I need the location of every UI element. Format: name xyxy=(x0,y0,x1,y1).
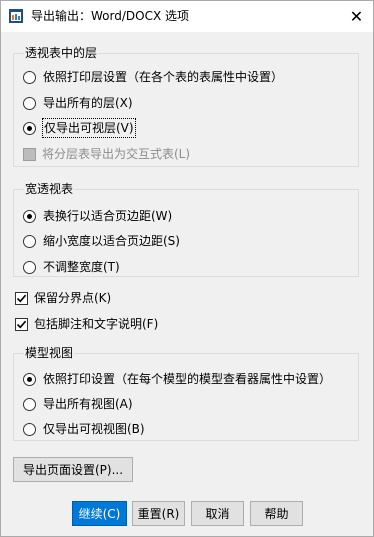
radio-layers-export-all[interactable]: 导出所有的层(X) xyxy=(23,94,133,112)
radio-shrink-width[interactable]: 缩小宽度以适合页边距(S) xyxy=(23,232,180,250)
cancel-button[interactable]: 取消 xyxy=(191,501,244,526)
checkbox-label: 包括脚注和文字说明(F) xyxy=(34,317,159,331)
checkbox-label: 保留分界点(K) xyxy=(34,291,112,305)
radio-model-print-settings[interactable]: 依照打印设置（在每个模型的模型查看器属性中设置） xyxy=(23,370,331,388)
help-button[interactable]: 帮助 xyxy=(250,501,303,526)
radio-layers-visible-only[interactable]: 仅导出可视层(V) xyxy=(23,118,136,138)
app-icon xyxy=(9,9,23,23)
checkbox-label: 将分层表导出为交互式表(L) xyxy=(42,147,191,161)
radio-indicator[interactable] xyxy=(23,422,36,436)
radio-indicator[interactable] xyxy=(23,121,36,135)
checkbox-indicator[interactable] xyxy=(15,317,28,331)
radio-indicator[interactable] xyxy=(23,372,36,386)
checkmark-icon xyxy=(16,320,27,328)
radio-label: 缩小宽度以适合页边距(S) xyxy=(43,234,180,248)
radio-label: 依照打印设置（在每个模型的模型查看器属性中设置） xyxy=(43,372,332,386)
radio-model-visible-only[interactable]: 仅导出可视视图(B) xyxy=(23,420,145,438)
radio-indicator[interactable] xyxy=(23,70,36,84)
radio-wrap-to-margins[interactable]: 表换行以适合页边距(W) xyxy=(23,207,172,225)
wide-tables-group-title: 宽透视表 xyxy=(24,181,75,197)
radio-label: 导出所有视图(A) xyxy=(43,397,133,411)
title-bar: 导出输出：Word/DOCX 选项 ✕ xyxy=(1,1,373,32)
radio-indicator[interactable] xyxy=(23,96,36,110)
export-options-dialog: 导出输出：Word/DOCX 选项 ✕ 透视表中的层 依照打印层设置（在各个表的… xyxy=(0,0,374,537)
radio-label: 导出所有的层(X) xyxy=(43,96,133,110)
radio-indicator[interactable] xyxy=(23,397,36,411)
radio-no-adjust[interactable]: 不调整宽度(T) xyxy=(23,258,120,276)
checkbox-include-footnotes[interactable]: 包括脚注和文字说明(F) xyxy=(15,315,158,333)
radio-indicator[interactable] xyxy=(23,260,36,274)
close-icon[interactable]: ✕ xyxy=(340,2,373,31)
checkbox-indicator[interactable] xyxy=(23,147,36,161)
radio-indicator[interactable] xyxy=(23,209,36,223)
page-setup-button[interactable]: 导出页面设置(P)... xyxy=(13,457,133,482)
window-title: 导出输出：Word/DOCX 选项 xyxy=(31,9,189,23)
radio-label: 依照打印层设置（在各个表的表属性中设置） xyxy=(43,70,284,84)
continue-button[interactable]: 继续(C) xyxy=(72,501,127,526)
radio-label: 仅导出可视视图(B) xyxy=(43,422,145,436)
radio-label: 表换行以适合页边距(W) xyxy=(43,209,173,223)
checkbox-indicator[interactable] xyxy=(15,291,28,305)
model-views-group-title: 模型视图 xyxy=(24,345,75,361)
checkbox-preserve-breakpoints[interactable]: 保留分界点(K) xyxy=(15,289,111,307)
radio-model-export-all[interactable]: 导出所有视图(A) xyxy=(23,395,133,413)
radio-label: 仅导出可视层(V) xyxy=(42,118,136,138)
layers-group-title: 透视表中的层 xyxy=(24,45,99,61)
radio-indicator[interactable] xyxy=(23,234,36,248)
reset-button[interactable]: 重置(R) xyxy=(132,501,185,526)
radio-label: 不调整宽度(T) xyxy=(43,260,120,274)
checkbox-interactive-tables[interactable]: 将分层表导出为交互式表(L) xyxy=(23,145,190,163)
radio-layers-print-settings[interactable]: 依照打印层设置（在各个表的表属性中设置） xyxy=(23,68,283,86)
checkmark-icon xyxy=(16,294,27,302)
